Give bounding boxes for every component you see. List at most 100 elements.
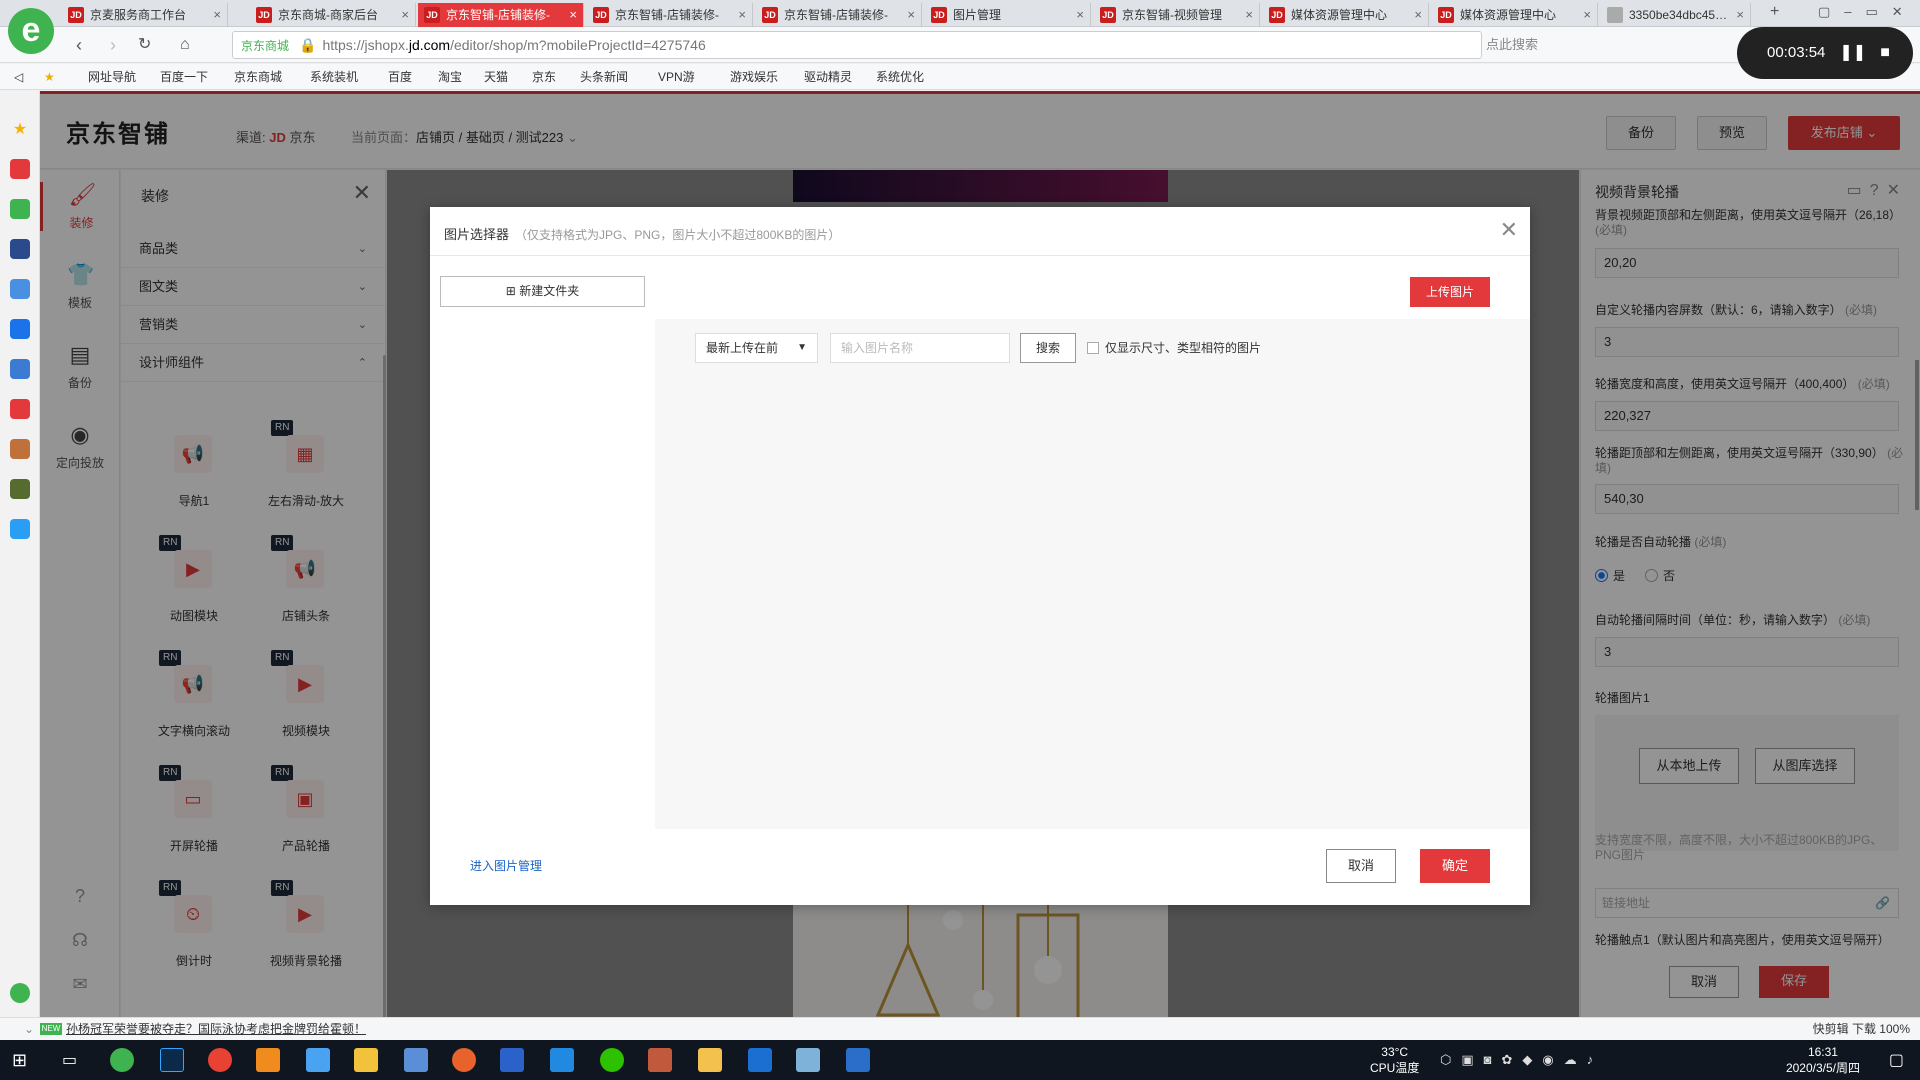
favorites-icon[interactable]: ★ — [10, 119, 30, 139]
tab-close-icon[interactable]: × — [569, 3, 577, 27]
browser-logo-icon[interactable]: e — [8, 8, 54, 54]
app-icon[interactable] — [648, 1048, 672, 1072]
tab-close-icon[interactable]: × — [401, 3, 409, 27]
app-icon[interactable] — [796, 1048, 820, 1072]
file-explorer-icon[interactable] — [698, 1048, 722, 1072]
dialog-cancel-button[interactable]: 取消 — [1326, 849, 1396, 883]
status-right-tools[interactable]: 快剪辑 下载 100% — [1813, 1018, 1910, 1040]
tab-close-icon[interactable]: × — [1583, 3, 1591, 27]
tab-close-icon[interactable]: × — [1245, 3, 1253, 27]
tab-close-icon[interactable]: × — [213, 3, 221, 27]
bookmark-item[interactable]: 系统优化 — [876, 64, 924, 90]
browser-tab[interactable]: JD 媒体资源管理中心 × — [1432, 3, 1598, 27]
forward-icon[interactable]: › — [110, 36, 116, 54]
assistant-icon[interactable] — [10, 983, 30, 1003]
home-icon[interactable]: ⌂ — [180, 36, 190, 54]
browser-taskbar-icon[interactable] — [110, 1048, 134, 1072]
browser-tab[interactable]: JD 京麦服务商工作台 × — [62, 3, 228, 27]
window-controls[interactable]: ▢–▭✕ — [1818, 4, 1917, 20]
tab-label: 图片管理 — [953, 8, 1002, 22]
game-icon[interactable] — [10, 479, 30, 499]
image-management-link[interactable]: 进入图片管理 — [470, 857, 542, 874]
bookmark-item[interactable]: 系统装机 — [310, 64, 358, 90]
bookmark-item[interactable]: 网址导航 — [88, 64, 136, 90]
news-ticker-link[interactable]: 孙杨冠军荣誉要被夺走？国际泳协考虑把金牌罚给霍顿！ — [66, 1018, 366, 1040]
url-field[interactable]: 京东商城 🔒 https://jshopx.jd.com/editor/shop/m… — [232, 31, 1482, 59]
app-icon[interactable] — [10, 359, 30, 379]
browser-tab[interactable]: JD 媒体资源管理中心 × — [1263, 3, 1429, 27]
bookmark-item[interactable]: 京东 — [532, 64, 556, 90]
tab-close-icon[interactable]: × — [738, 3, 746, 27]
sort-select[interactable]: 最新上传在前 ▼ — [695, 333, 818, 363]
browser-tab[interactable]: JD 京东智铺-店铺装修- × — [756, 3, 922, 27]
tab-close-icon[interactable]: × — [1414, 3, 1422, 27]
browser-search-field[interactable]: 点此搜索 — [1478, 31, 1628, 59]
browser-tab-active[interactable]: JD 京东智铺-店铺装修- × — [418, 3, 584, 27]
feishu-icon[interactable] — [550, 1048, 574, 1072]
windows-start-icon[interactable]: ⊞ — [12, 1050, 27, 1071]
app-icon[interactable] — [846, 1048, 870, 1072]
image-name-search-input[interactable]: 输入图片名称 — [830, 333, 1010, 363]
sidebar-toggle-icon[interactable]: ◁ — [14, 64, 23, 90]
docs-icon[interactable] — [10, 279, 30, 299]
chevron-down-icon[interactable]: ⌄ — [24, 1018, 34, 1040]
stop-icon[interactable]: ■ — [1880, 27, 1890, 79]
bookmark-item[interactable]: 百度 — [388, 64, 412, 90]
divider — [430, 255, 1530, 256]
weibo-icon[interactable] — [10, 159, 30, 179]
system-tray-icons[interactable]: ⬡▣◙✿◆◉☁♪ — [1440, 1052, 1603, 1068]
tab-close-icon[interactable]: × — [1076, 3, 1084, 27]
app-icon[interactable] — [256, 1048, 280, 1072]
new-tab-icon[interactable]: + — [1770, 3, 1779, 21]
photoshop-icon[interactable] — [160, 1048, 184, 1072]
new-folder-button[interactable]: ⊞ 新建文件夹 — [440, 276, 645, 307]
bookmark-item[interactable]: VPN游 — [658, 64, 695, 90]
notification-icon[interactable]: ▢ — [1889, 1050, 1904, 1070]
app-icon[interactable] — [306, 1048, 330, 1072]
browser-tab[interactable]: JD 京东智铺-视频管理 × — [1094, 3, 1260, 27]
tab-close-icon[interactable]: × — [1736, 3, 1744, 27]
mail-icon[interactable] — [10, 199, 30, 219]
close-icon[interactable]: ✕ — [1500, 217, 1518, 243]
add-folder-icon: ⊞ — [505, 284, 520, 298]
browser-tab[interactable]: 3350be34dbc4526 × — [1601, 3, 1751, 27]
app-icon[interactable] — [748, 1048, 772, 1072]
bookmark-item[interactable]: 京东商城 — [234, 64, 282, 90]
search-button[interactable]: 搜索 — [1020, 333, 1076, 363]
game-icon[interactable] — [10, 439, 30, 459]
tab-label: 京东商城-商家后台 — [278, 8, 378, 22]
bookmark-item[interactable]: 驱动精灵 — [804, 64, 852, 90]
app-icon[interactable] — [500, 1048, 524, 1072]
notes-icon[interactable] — [354, 1048, 378, 1072]
app-icon[interactable] — [404, 1048, 428, 1072]
url-path: /editor/shop/m?mobileProjectId=4275746 — [450, 37, 706, 53]
browser-tab[interactable]: JD 京东智铺-店铺装修- × — [587, 3, 753, 27]
bookmark-item[interactable]: 头条新闻 — [580, 64, 628, 90]
browser-tab[interactable]: JD 京东商城-商家后台 × — [250, 3, 416, 27]
temperature-label: CPU温度 — [1370, 1061, 1420, 1075]
star-icon[interactable]: ★ — [44, 64, 55, 90]
firefox-icon[interactable] — [452, 1048, 476, 1072]
tab-label: 京东智铺-店铺装修- — [784, 8, 888, 22]
task-view-icon[interactable]: ▭ — [62, 1050, 77, 1070]
back-icon[interactable]: ‹ — [76, 36, 82, 54]
wechat-icon[interactable] — [600, 1048, 624, 1072]
browser-tab[interactable]: JD 图片管理 × — [925, 3, 1091, 27]
only-matching-checkbox[interactable]: 仅显示尺寸、类型相符的图片 — [1087, 339, 1261, 356]
tab-favicon-icon: JD — [593, 7, 609, 23]
chrome-icon[interactable] — [208, 1048, 232, 1072]
dialog-ok-button[interactable]: 确定 — [1420, 849, 1490, 883]
taskbar-clock[interactable]: 16:31 2020/3/5/周四 — [1786, 1044, 1860, 1076]
app-icon[interactable] — [10, 319, 30, 339]
app-icon[interactable] — [10, 519, 30, 539]
bookmark-item[interactable]: 天猫 — [484, 64, 508, 90]
upload-image-button[interactable]: 上传图片 — [1410, 277, 1490, 307]
reload-icon[interactable]: ↻ — [138, 36, 151, 54]
bookmark-item[interactable]: 淘宝 — [438, 64, 462, 90]
bookmark-item[interactable]: 游戏娱乐 — [730, 64, 778, 90]
app-icon[interactable] — [10, 399, 30, 419]
tab-close-icon[interactable]: × — [907, 3, 915, 27]
pause-icon[interactable]: ❚❚ — [1839, 27, 1866, 79]
bookmark-item[interactable]: 百度一下 — [160, 64, 208, 90]
app-icon[interactable] — [10, 239, 30, 259]
